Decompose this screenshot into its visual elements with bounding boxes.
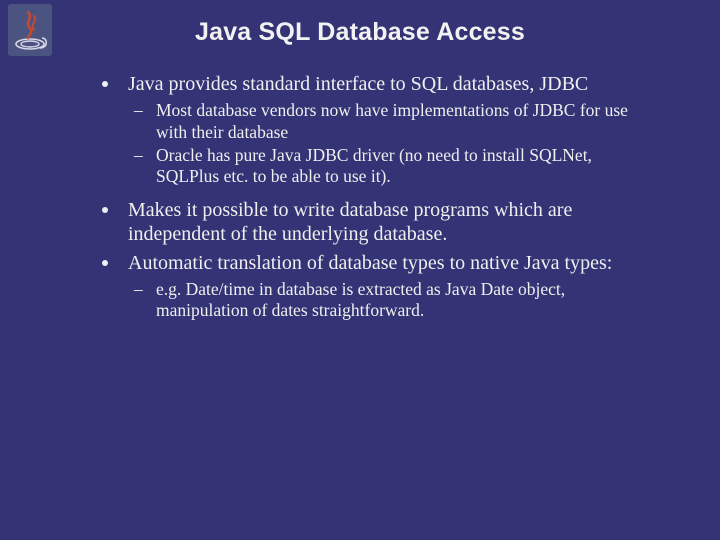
slide-title: Java SQL Database Access xyxy=(0,18,720,47)
sub-bullet: – Most database vendors now have impleme… xyxy=(128,100,638,143)
bullet-icon xyxy=(102,81,108,87)
bullet-text: Java provides standard interface to SQL … xyxy=(128,73,588,95)
sub-bullet-text: e.g. Date/time in database is extracted … xyxy=(156,279,565,320)
bullet-3-sub: – e.g. Date/time in database is extracte… xyxy=(128,279,638,322)
bullet-text: Automatic translation of database types … xyxy=(128,252,612,274)
dash-icon: – xyxy=(134,100,143,121)
bullet-2: Makes it possible to write database prog… xyxy=(98,198,638,247)
bullet-3: Automatic translation of database types … xyxy=(98,251,638,275)
dash-icon: – xyxy=(134,145,143,166)
sub-bullet-text: Most database vendors now have implement… xyxy=(156,100,628,141)
slide: Java SQL Database Access Java provides s… xyxy=(0,0,720,540)
bullet-icon xyxy=(102,260,108,266)
bullet-1-sub: – Most database vendors now have impleme… xyxy=(128,100,638,187)
sub-bullet-text: Oracle has pure Java JDBC driver (no nee… xyxy=(156,145,592,186)
body-content: Java provides standard interface to SQL … xyxy=(98,72,638,332)
bullet-icon xyxy=(102,207,108,213)
bullet-text: Makes it possible to write database prog… xyxy=(128,199,572,245)
bullet-1: Java provides standard interface to SQL … xyxy=(98,72,638,96)
sub-bullet: – e.g. Date/time in database is extracte… xyxy=(128,279,638,322)
dash-icon: – xyxy=(134,279,143,300)
sub-bullet: – Oracle has pure Java JDBC driver (no n… xyxy=(128,145,638,188)
